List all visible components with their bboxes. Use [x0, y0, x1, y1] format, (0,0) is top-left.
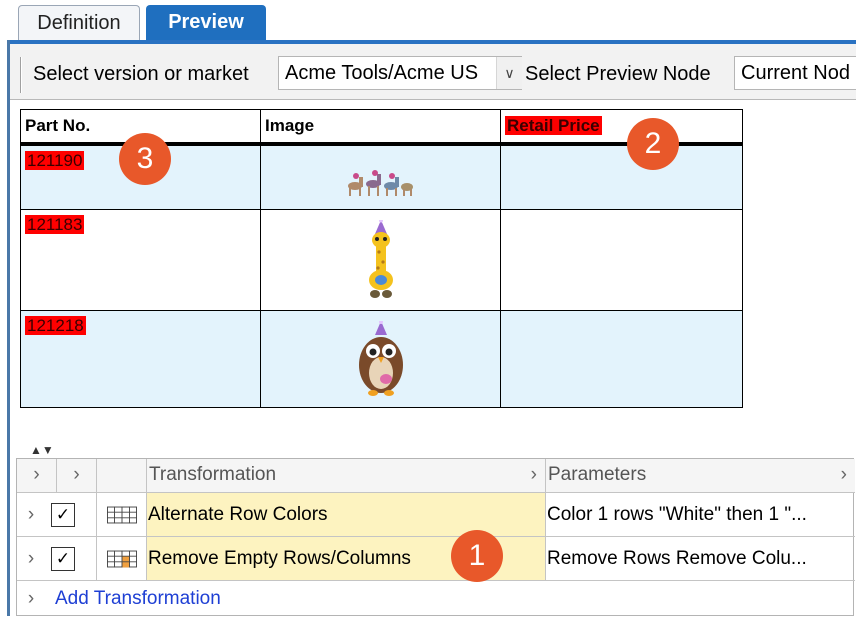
preview-node-label: Select Preview Node	[525, 63, 711, 85]
row-expander-icon[interactable]: ›	[17, 537, 45, 581]
tab-definition[interactable]: Definition	[18, 5, 140, 41]
header-expander-cell: ›	[17, 459, 57, 493]
table-row: 121218	[20, 309, 743, 408]
table-row: 121183	[20, 208, 743, 311]
header-icon-cell	[97, 459, 147, 493]
row-checkbox-cell: ✓	[45, 537, 97, 581]
column-header-transformation[interactable]: Transformation ›	[147, 459, 546, 493]
part-no-value: 121183	[25, 214, 85, 234]
column-header-image: Image	[260, 109, 501, 146]
owl-icon	[358, 319, 403, 396]
preview-node-combo[interactable]: Current Nod	[734, 56, 856, 90]
part-no-value: 121190	[25, 151, 85, 170]
row-icon-cell	[97, 537, 147, 581]
preview-node-value: Current Nod	[741, 62, 850, 84]
row-checkbox-cell: ✓	[45, 493, 97, 537]
tab-preview[interactable]: Preview	[146, 5, 266, 41]
part-no-cell: 121183	[20, 208, 261, 311]
add-transformation-row: Add Transformation	[45, 581, 855, 617]
parameters-cell[interactable]: Remove Rows Remove Colu...	[546, 537, 855, 581]
parameters-value: Color 1 rows "White" then 1 "...	[547, 504, 807, 525]
version-combo-value: Acme Tools/Acme US	[285, 62, 479, 84]
giraffe-icon	[368, 218, 393, 298]
enabled-checkbox[interactable]: ✓	[51, 503, 75, 527]
retail-price-cell	[500, 143, 743, 210]
horses-icon	[347, 170, 413, 196]
parameters-cell[interactable]: Color 1 rows "White" then 1 "...	[546, 493, 855, 537]
transformation-name: Alternate Row Colors	[148, 504, 328, 525]
add-transformation-link[interactable]: Add Transformation	[55, 588, 221, 609]
chevron-right-icon[interactable]: ›	[531, 459, 537, 491]
transformation-name-cell[interactable]: Alternate Row Colors	[147, 493, 546, 537]
retail-price-cell	[500, 309, 743, 408]
column-header-parameters[interactable]: Parameters ›	[546, 459, 855, 493]
part-no-value: 121218	[25, 315, 86, 335]
splitter-arrows-icon[interactable]: ▲▼	[30, 444, 54, 456]
callout-badge-3: 3	[119, 133, 171, 185]
transformation-header-label: Transformation	[149, 464, 277, 485]
version-label: Select version or market	[33, 63, 249, 85]
image-cell	[260, 309, 501, 408]
callout-badge-2: 2	[627, 118, 679, 170]
row-expander-icon[interactable]: ›	[17, 581, 45, 617]
transformation-grid: › › Transformation › Parameters › › ✓ Al…	[16, 458, 855, 617]
part-no-cell: 121218	[20, 309, 261, 408]
column-header-retail-price: Retail Price	[500, 109, 743, 146]
row-icon-cell	[97, 493, 147, 537]
callout-badge-1: 1	[451, 530, 503, 582]
toolbar-grip[interactable]	[20, 57, 22, 93]
image-cell	[260, 208, 501, 311]
highlighted-header-text: Retail Price	[505, 116, 602, 135]
version-combo[interactable]: Acme Tools/Acme US	[278, 56, 522, 90]
window-left-border	[7, 40, 10, 616]
table-icon	[107, 506, 137, 524]
parameters-header-label: Parameters	[548, 464, 647, 485]
enabled-checkbox[interactable]: ✓	[51, 547, 75, 571]
chevron-right-icon[interactable]: ›	[57, 459, 97, 493]
row-expander-icon[interactable]: ›	[17, 493, 45, 537]
retail-price-cell	[500, 208, 743, 311]
parameters-value: Remove Rows Remove Colu...	[547, 548, 807, 569]
chevron-down-icon[interactable]: ∨	[496, 57, 522, 89]
table-highlight-icon	[107, 550, 137, 568]
transformation-name: Remove Empty Rows/Columns	[148, 548, 411, 569]
image-cell	[260, 143, 501, 210]
chevron-right-icon[interactable]: ›	[841, 459, 847, 491]
